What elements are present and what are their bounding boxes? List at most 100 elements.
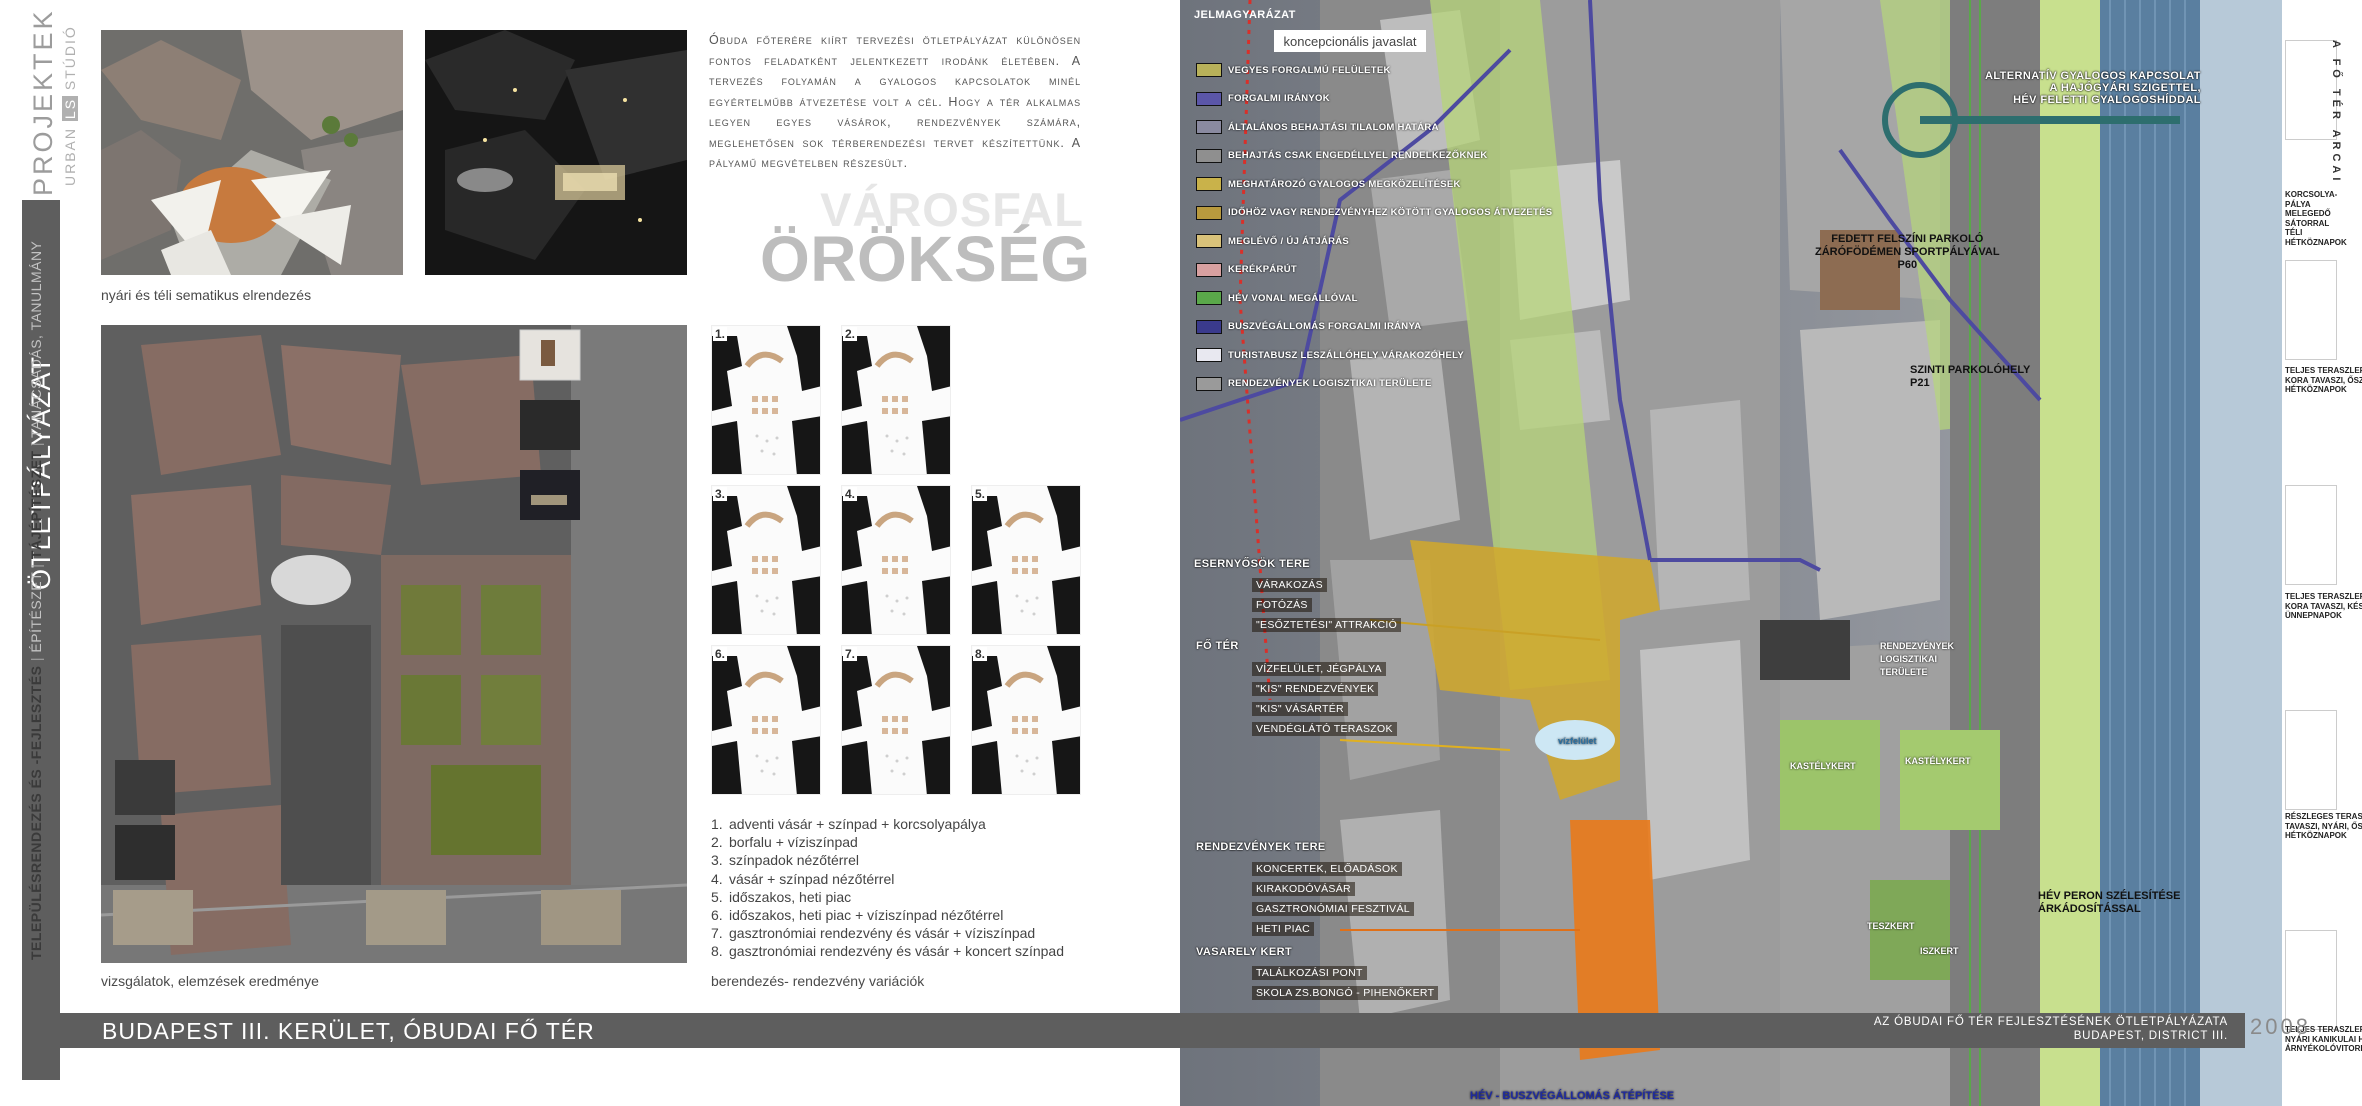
- category-architecture: ÉPÍTÉSZET: [28, 572, 44, 653]
- legend-item: VEGYES FORGALMÚ FELÜLETEK: [1196, 60, 1391, 80]
- alt-connection-label: ALTERNATÍV GYALOGOS KAPCSOLAT A HAJÓGYÁRI…: [1985, 70, 2201, 106]
- variation-cell: 8.: [971, 645, 1081, 795]
- rendezvenyek-item: KIRAKODÓVÁSÁR: [1252, 882, 1355, 896]
- winter-schematic-render: [425, 30, 687, 275]
- legend-swatch: [1196, 63, 1222, 77]
- variation-cell: 1.: [711, 325, 821, 475]
- rendezvenyek-item: KONCERTEK, ELŐADÁSOK: [1252, 862, 1402, 876]
- esernyosok-item: "ESŐZTETÉSI" ATTRAKCIÓ: [1252, 618, 1402, 632]
- legend-swatch: [1196, 348, 1222, 362]
- legend-label: FORGALMI IRÁNYOK: [1228, 93, 1330, 104]
- intro-paragraph: Óbuda főterére kiírt tervezési ötletpály…: [709, 33, 1081, 170]
- variation-cell: 4.: [841, 485, 951, 635]
- legend-label: HÉV VONAL MEGÁLLÓVAL: [1228, 292, 1358, 304]
- kastelykert-2: KASTÉLYKERT: [1905, 756, 1971, 766]
- page-title: BUDAPEST III. KERÜLET, ÓBUDAI FŐ TÉR: [102, 1018, 595, 1044]
- legend-label: KERÉKPÁRÚT: [1228, 264, 1297, 275]
- list-item: 4. vásár + színpad nézőtérrel: [711, 870, 895, 887]
- bus-label: HÉV - BUSZVÉGÁLLOMÁS ÁTÉPÍTÉSE: [1470, 1090, 1675, 1102]
- legend-label: BUSZVÉGÁLLOMÁS FORGALMI IRÁNYA: [1228, 321, 1422, 332]
- legend-label: MEGLÉVŐ / ÚJ ÁTJÁRÁS: [1228, 235, 1350, 247]
- list-item: 1. adventi vásár + színpad + korcsolyapál…: [711, 816, 986, 832]
- face-caption: KORCSOLYA- PÁLYA MELEGEDŐ SÁTORRAL TÉLI HÉTKÖ…: [2285, 190, 2347, 247]
- legend-item: FORGALMI IRÁNYOK: [1196, 89, 1330, 109]
- legend-swatch: [1196, 262, 1222, 277]
- legend-label: IDŐHÖZ VAGY RENDEZVÉNYHEZ KÖTÖTT GYALOGO…: [1228, 207, 1553, 218]
- esernyosok-item: VÁRAKOZÁS: [1252, 578, 1327, 592]
- vasarely-item: SKOLA ZS.BONGÓ - PIHENŐKERT: [1252, 986, 1439, 1000]
- legend-item: BUSZVÉGÁLLOMÁS FORGALMI IRÁNYA: [1196, 317, 1421, 337]
- variation-number: 5.: [973, 487, 988, 501]
- legend-label: MEGHATÁROZÓ GYALOGOS MEGKÖZELÍTÉSEK: [1228, 178, 1461, 190]
- variation-number: 6.: [713, 647, 728, 661]
- faces-title: A FŐ TÉR ARCAI: [2330, 40, 2342, 185]
- hev-peron-label: HÉV PERON SZÉLESÍTÉSE ÁRKÁDOSÍTÁSSAL: [2038, 890, 2181, 915]
- face-caption: TELJES TERASZLEFEDÉSKORA TAVASZI, KÉSŐ Ő…: [2285, 592, 2362, 620]
- legend-label: BEHAJTÁS CSAK ENGEDÉLLYEL RENDELKEZŐKNEK: [1228, 150, 1488, 161]
- teszkert-label: TESZKERT: [1867, 921, 1915, 931]
- category-list: TELEPÜLÉSRENDEZÉS ÉS -FEJLESZTÉS | ÉPÍTÉ…: [28, 240, 44, 961]
- site-analysis-plan: [101, 325, 687, 963]
- concept-map: [1180, 0, 2362, 1106]
- studio-label: URBAN LS STÚDIÓ: [62, 25, 78, 186]
- legend-item: MEGHATÁROZÓ GYALOGOS MEGKÖZELÍTÉSEK: [1196, 174, 1461, 194]
- logistic-label: RENDEZVÉNYEK LOGISZTIKAI TERÜLETE: [1880, 641, 1955, 677]
- esernyosok-title: ESERNYŐSÖK TERE: [1194, 558, 1311, 570]
- fo-ter-item: VENDÉGLÁTÓ TERASZOK: [1252, 722, 1397, 736]
- list-item: 2. borfalu + víziszínpad: [711, 834, 858, 851]
- variation-list: 1. adventi vásár + színpad + korcsolyapál…: [711, 815, 1064, 961]
- list-item: 3. színpadok nézőtérrel: [711, 852, 859, 869]
- legend-swatch: [1196, 177, 1222, 191]
- variation-cell: 2.: [841, 325, 951, 475]
- studio-suffix: STÚDIÓ: [62, 25, 78, 91]
- legend-swatch: [1196, 148, 1222, 163]
- vasarely-title: VASARELY KERT: [1196, 946, 1293, 958]
- variation-cell: 5.: [971, 485, 1081, 635]
- esernyosok-item: FOTÓZÁS: [1252, 598, 1312, 612]
- variation-number: 7.: [843, 647, 858, 661]
- variation-cell: 7.: [841, 645, 951, 795]
- water-label: vízfelület: [1558, 736, 1597, 746]
- parking-label: FEDETT FELSZÍNI PARKOLÓ ZÁRÓFÖDÉMEN SPORT…: [1815, 233, 2000, 271]
- thumbs-caption: nyári és téli sematikus elrendezés: [101, 287, 312, 303]
- legend-label: TURISTABUSZ LESZÁLLÓHELY VÁRAKOZÓHELY: [1228, 349, 1464, 361]
- face-caption: RÉSZLEGES TERASZLEFEDÉSTAVASZI, NYÁRI, Ő…: [2285, 812, 2362, 840]
- rendezvenyek-item: HETI PIAC: [1252, 922, 1315, 936]
- variation-cell: 6.: [711, 645, 821, 795]
- competition-title: AZ ÓBUDAI FŐ TÉR FEJLESZTÉSÉNEK ÖTLETPÁL…: [1873, 1016, 2228, 1028]
- legend-item: BEHAJTÁS CSAK ENGEDÉLLYEL RENDELKEZŐKNEK: [1196, 146, 1488, 166]
- year: 2008: [2250, 1014, 2311, 1039]
- fo-ter-item: "KIS" RENDEZVÉNYEK: [1252, 682, 1379, 696]
- category-landscape: TÁJÉPÍTÉSZET: [28, 450, 44, 560]
- list-item: 5. időszakos, heti piac: [711, 888, 852, 905]
- face-caption: TELJES TERASZLEFEDÉSKORA TAVASZI, ŐSZIHÉ…: [2285, 366, 2362, 394]
- studio-mid: LS: [62, 95, 78, 122]
- variation-number: 3.: [713, 487, 728, 501]
- legend-item: HÉV VONAL MEGÁLLÓVAL: [1196, 288, 1358, 308]
- fo-ter-item: "KIS" VÁSÁRTÉR: [1252, 702, 1348, 716]
- legend-label: ÁLTALÁNOS BEHAJTÁSI TILALOM HATÁRA: [1228, 121, 1439, 133]
- kastelykert-1: KASTÉLYKERT: [1790, 761, 1856, 771]
- category-urban: TELEPÜLÉSRENDEZÉS ÉS -FEJLESZTÉS: [28, 665, 44, 961]
- legend-swatch: [1196, 376, 1222, 391]
- heading-orokseg: ÖRÖKSÉG: [760, 223, 1091, 295]
- legend-swatch: [1196, 91, 1222, 106]
- legend-label: VEGYES FORGALMÚ FELÜLETEK: [1228, 64, 1391, 76]
- legend-swatch: [1196, 291, 1222, 305]
- category-consulting: TANÁCSADÁS, TANULMÁNY: [28, 240, 44, 438]
- fo-ter-title: FŐ TÉR: [1196, 640, 1239, 652]
- legend-swatch: [1196, 205, 1222, 220]
- list-item: 8. gasztronómiai rendezvény és vásár + ko…: [711, 943, 1065, 960]
- list-item: 6. időszakos, heti piac + víziszínpad néz…: [711, 907, 1004, 924]
- iszkert-label: ISZKERT: [1920, 946, 1959, 956]
- variation-cell: 3.: [711, 485, 821, 635]
- legend-item: TURISTABUSZ LESZÁLLÓHELY VÁRAKOZÓHELY: [1196, 345, 1464, 365]
- vasarely-item: TALÁLKOZÁSI PONT: [1252, 966, 1367, 980]
- legend-label: RENDEZVÉNYEK LOGISZTIKAI TERÜLETE: [1228, 378, 1432, 389]
- legend-heading: JELMAGYARÁZAT: [1194, 9, 1296, 21]
- rendezvenyek-title: RENDEZVÉNYEK TERE: [1196, 841, 1326, 853]
- projects-label: PROJEKTEK: [28, 8, 58, 196]
- variation-number: 2.: [843, 327, 858, 341]
- left-page: PROJEKTEK URBAN LS STÚDIÓ ÖTLETPÁLYÁZAT …: [0, 0, 1180, 1106]
- studio-prefix: URBAN: [62, 126, 78, 186]
